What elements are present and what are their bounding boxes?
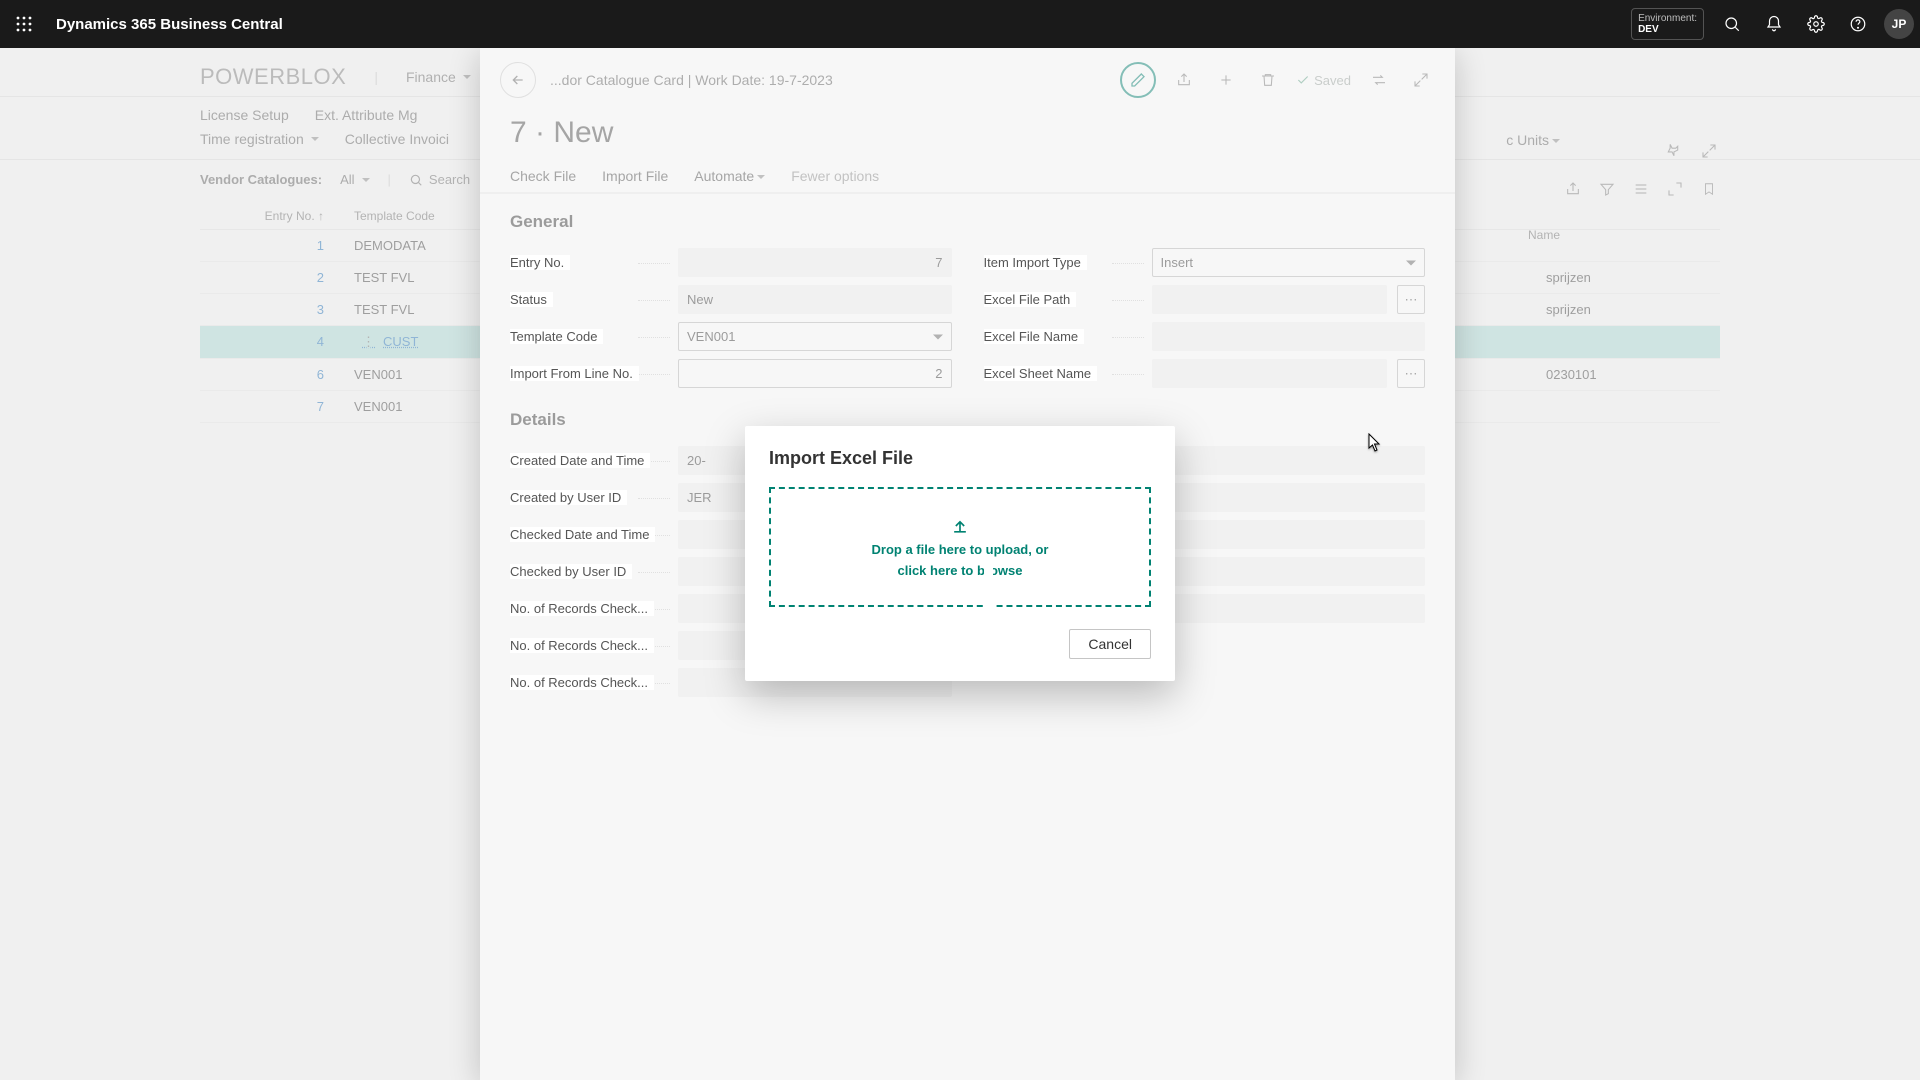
environment-name: DEV <box>1638 24 1697 35</box>
dropzone-text-2: click here to browse <box>898 563 1023 578</box>
records-2-label: No. of Records Check... <box>510 638 670 653</box>
topbar: Dynamics 365 Business Central Environmen… <box>0 0 1920 48</box>
environment-label: Environment: <box>1638 13 1697 24</box>
search-icon[interactable] <box>1712 4 1752 44</box>
import-excel-modal: Import Excel File Drop a file here to up… <box>745 426 1175 681</box>
records-1-label: No. of Records Check... <box>510 601 670 616</box>
user-avatar[interactable]: JP <box>1884 9 1914 39</box>
app-title: Dynamics 365 Business Central <box>56 16 283 33</box>
settings-gear-icon[interactable] <box>1796 4 1836 44</box>
app-launcher[interactable] <box>6 6 42 42</box>
checked-dt-label: Checked Date and Time <box>510 527 670 542</box>
cancel-button[interactable]: Cancel <box>1069 629 1151 659</box>
created-dt-label: Created Date and Time <box>510 453 670 468</box>
records-3-label: No. of Records Check... <box>510 675 670 690</box>
notifications-icon[interactable] <box>1754 4 1794 44</box>
environment-indicator[interactable]: Environment: DEV <box>1631 8 1704 40</box>
dropzone-text-1: Drop a file here to upload, or <box>872 542 1049 557</box>
modal-title: Import Excel File <box>769 448 1151 469</box>
help-icon[interactable] <box>1838 4 1878 44</box>
file-dropzone[interactable]: Drop a file here to upload, or click her… <box>769 487 1151 607</box>
